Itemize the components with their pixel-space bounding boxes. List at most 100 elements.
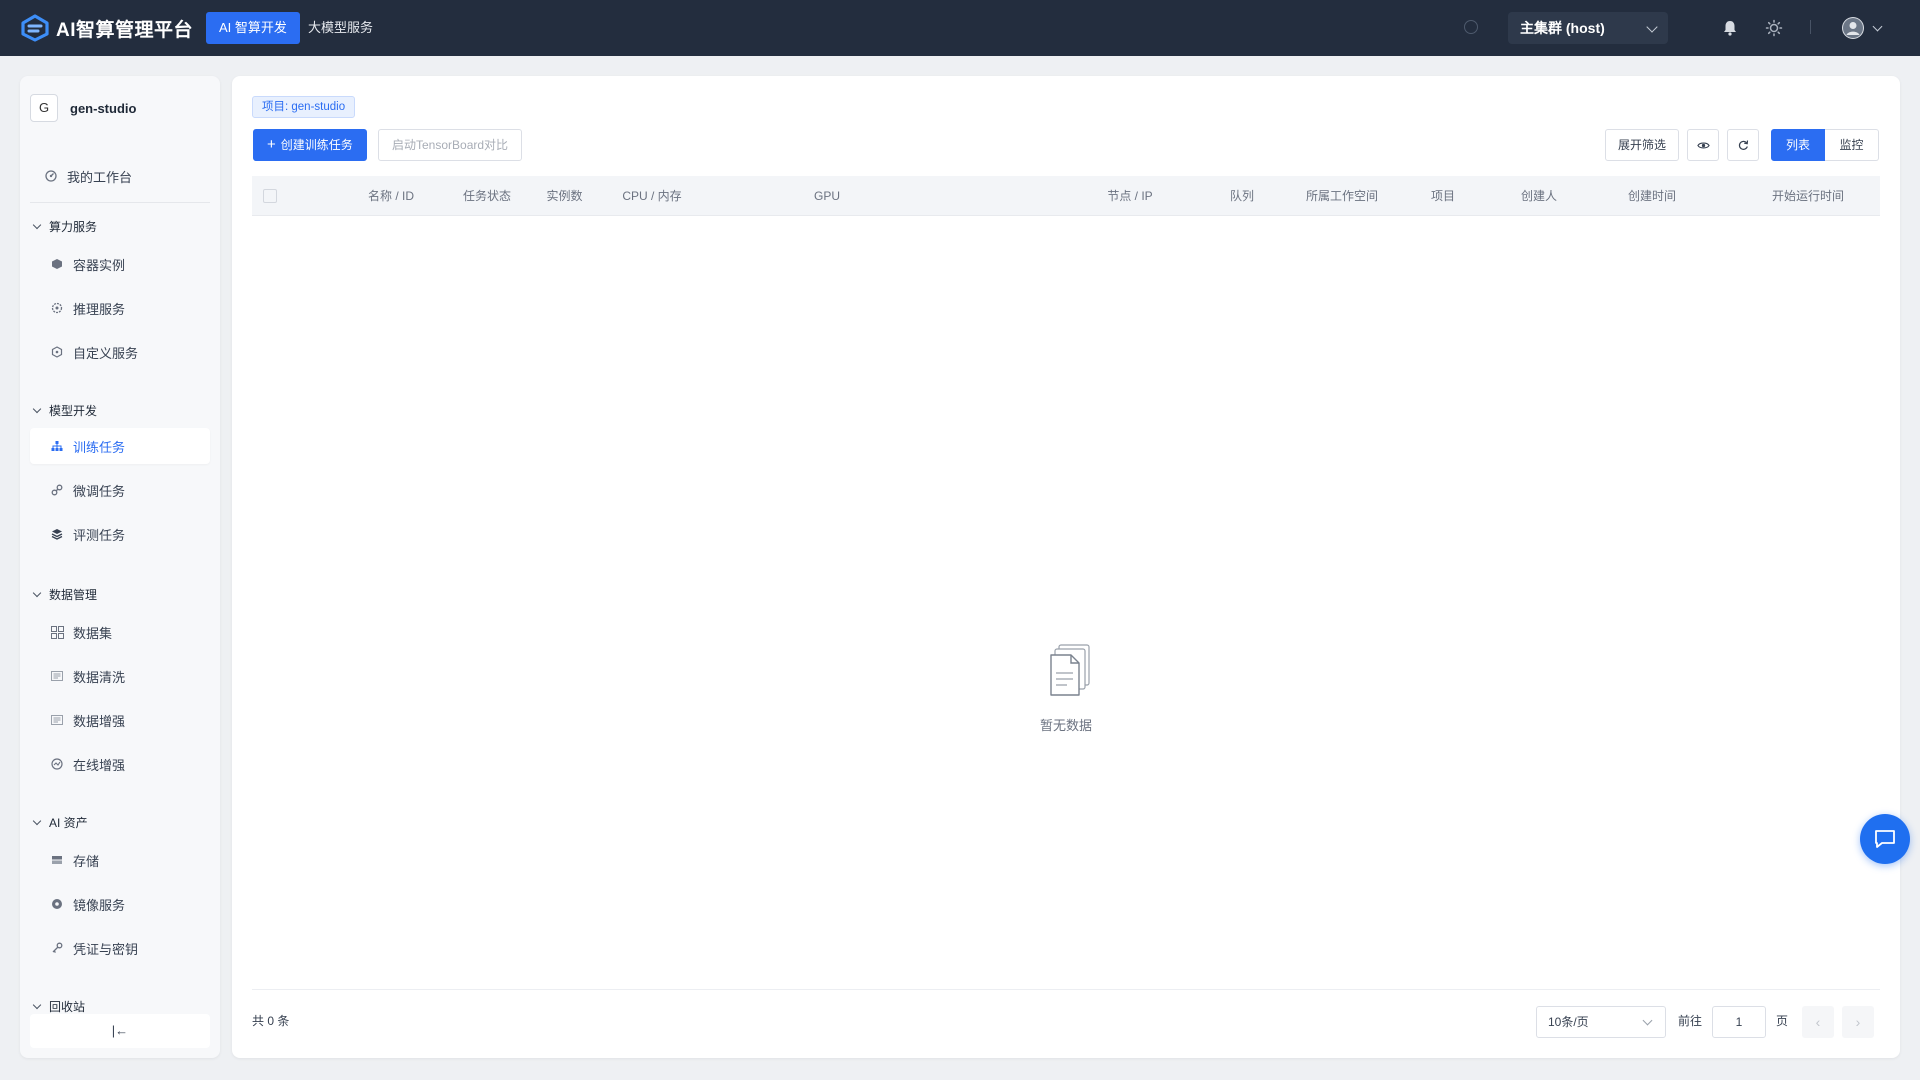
sidebar-item-finetune[interactable]: 微调任务 xyxy=(30,472,210,508)
column-header-started-at[interactable]: 开始运行时间 xyxy=(1752,176,1864,216)
column-header-name[interactable]: 名称 / ID xyxy=(346,176,436,216)
sidebar-item-evaluation[interactable]: 评测任务 xyxy=(30,516,210,552)
create-training-task-button[interactable]: + 创建训练任务 xyxy=(253,129,367,161)
project-name: gen-studio xyxy=(70,100,137,116)
sidebar-group-compute[interactable]: 算力服务 xyxy=(32,216,98,236)
sidebar-item-image-service[interactable]: 镜像服务 xyxy=(30,886,210,922)
refresh-button[interactable] xyxy=(1727,129,1759,161)
view-monitor-button[interactable]: 监控 xyxy=(1825,129,1879,161)
sidebar-item-label: 推理服务 xyxy=(73,301,126,317)
sidebar-group-ai-assets[interactable]: AI 资产 xyxy=(32,812,88,832)
storage-icon xyxy=(50,853,64,867)
app-logo[interactable]: AI智算管理平台 xyxy=(20,14,193,42)
top-bar: AI智算管理平台 AI 智算开发 大模型服务 主集群 (host) xyxy=(0,0,1920,56)
sidebar-group-model-dev[interactable]: 模型开发 xyxy=(32,400,97,420)
column-header-queue[interactable]: 队列 xyxy=(1217,176,1267,216)
chat-assistant-button[interactable] xyxy=(1860,814,1910,864)
sidebar-item-dataset[interactable]: 数据集 xyxy=(30,614,210,650)
column-header-gpu[interactable]: GPU xyxy=(797,176,857,216)
column-header-node-ip[interactable]: 节点 / IP xyxy=(1090,176,1170,216)
sidebar-item-label: 数据清洗 xyxy=(73,669,126,685)
sidebar-item-label: 评测任务 xyxy=(73,527,126,543)
bell-icon[interactable] xyxy=(1720,18,1740,38)
chevron-down-icon xyxy=(32,220,42,229)
group-label: 回收站 xyxy=(49,999,86,1014)
cube-icon xyxy=(50,257,64,271)
sidebar-item-online-augmentation[interactable]: 在线增强 xyxy=(30,746,210,782)
column-header-project[interactable]: 项目 xyxy=(1418,176,1468,216)
divider xyxy=(252,989,1880,990)
user-icon xyxy=(1843,18,1863,38)
sidebar-item-custom-service[interactable]: 自定义服务 xyxy=(30,334,210,370)
sidebar-item-label: 容器实例 xyxy=(73,257,126,273)
collapse-icon: |← xyxy=(111,1023,129,1038)
chevron-down-icon xyxy=(32,816,42,825)
search-icon[interactable] xyxy=(1464,20,1478,34)
empty-document-icon xyxy=(1050,644,1090,696)
chevron-left-icon: ‹ xyxy=(1815,1014,1821,1030)
sidebar-item-label: 数据集 xyxy=(73,625,113,641)
sidebar-item-container-instance[interactable]: 容器实例 xyxy=(30,246,210,282)
disc-icon xyxy=(50,897,64,911)
column-header-creator[interactable]: 创建人 xyxy=(1504,176,1574,216)
tab-ai-dev[interactable]: AI 智算开发 xyxy=(206,12,300,44)
sidebar-item-storage[interactable]: 存储 xyxy=(30,842,210,878)
sidebar-group-recycle-bin[interactable]: 回收站 xyxy=(32,996,86,1016)
sidebar-item-workbench[interactable]: 我的工作台 xyxy=(30,158,210,194)
tensorboard-compare-button[interactable]: 启动TensorBoard对比 xyxy=(378,129,523,161)
tab-llm-service[interactable]: 大模型服务 xyxy=(295,12,386,44)
cluster-label: 主集群 (host) xyxy=(1520,20,1605,36)
cluster-select[interactable]: 主集群 (host) xyxy=(1508,12,1668,44)
column-header-instances[interactable]: 实例数 xyxy=(537,176,592,216)
sidebar-item-data-cleaning[interactable]: 数据清洗 xyxy=(30,658,210,694)
goto-label: 前往 xyxy=(1678,1014,1703,1028)
chat-icon xyxy=(1875,830,1895,848)
list-icon xyxy=(50,713,64,727)
sidebar-item-training[interactable]: 训练任务 xyxy=(30,428,210,464)
sidebar-item-data-augmentation[interactable]: 数据增强 xyxy=(30,702,210,738)
column-header-cpu-memory[interactable]: CPU / 内存 xyxy=(602,176,702,216)
sidebar-group-data[interactable]: 数据管理 xyxy=(32,584,98,604)
column-header-status[interactable]: 任务状态 xyxy=(452,176,522,216)
link-icon xyxy=(50,483,64,497)
column-header-workspace[interactable]: 所属工作空间 xyxy=(1292,176,1392,216)
column-header-created-at[interactable]: 创建时间 xyxy=(1612,176,1692,216)
group-label: 数据管理 xyxy=(49,587,98,602)
sidebar-item-label: 在线增强 xyxy=(73,757,126,773)
project-tag: 项目: gen-studio xyxy=(252,96,356,118)
total-count: 共 0 条 xyxy=(252,1014,290,1028)
chevron-down-icon[interactable] xyxy=(1872,21,1883,32)
sidebar-item-label: 微调任务 xyxy=(73,483,126,499)
sidebar-item-inference[interactable]: 推理服务 xyxy=(30,290,210,326)
sidebar-item-credentials[interactable]: 凭证与密钥 xyxy=(30,930,210,966)
sidebar: G gen-studio 我的工作台 算力服务 容器实例 推理服务 自定义服务 … xyxy=(20,76,220,1058)
app-title: AI智算管理平台 xyxy=(56,19,194,41)
column-visibility-button[interactable] xyxy=(1687,129,1719,161)
view-list-button[interactable]: 列表 xyxy=(1771,129,1825,161)
divider xyxy=(30,202,210,203)
theme-sun-icon[interactable] xyxy=(1764,18,1784,38)
group-label: 算力服务 xyxy=(49,219,98,234)
expand-filter-button[interactable]: 展开筛选 xyxy=(1605,129,1679,161)
page-unit-label: 页 xyxy=(1776,1014,1789,1028)
project-switcher[interactable]: G gen-studio xyxy=(30,90,210,126)
layers-icon xyxy=(50,527,64,541)
collapse-sidebar-button[interactable]: |← xyxy=(30,1014,210,1048)
select-all-checkbox[interactable] xyxy=(263,189,277,203)
key-icon xyxy=(50,941,64,955)
page-number-input[interactable] xyxy=(1712,1006,1766,1038)
divider xyxy=(1810,20,1811,34)
sidebar-item-label: 存储 xyxy=(73,853,100,869)
page-size-value: 10条/页 xyxy=(1548,1015,1589,1029)
empty-message: 暂无数据 xyxy=(1039,718,1092,733)
page-size-select[interactable]: 10条/页 xyxy=(1536,1006,1666,1038)
next-page-button[interactable]: › xyxy=(1842,1006,1874,1038)
sidebar-item-label: 训练任务 xyxy=(73,439,126,455)
chevron-down-icon xyxy=(32,404,42,413)
grid-icon xyxy=(50,625,64,639)
prev-page-button[interactable]: ‹ xyxy=(1802,1006,1834,1038)
chevron-down-icon xyxy=(1642,1015,1653,1026)
gauge-icon xyxy=(50,757,64,771)
user-avatar[interactable] xyxy=(1842,17,1864,39)
plus-icon: + xyxy=(267,136,276,153)
